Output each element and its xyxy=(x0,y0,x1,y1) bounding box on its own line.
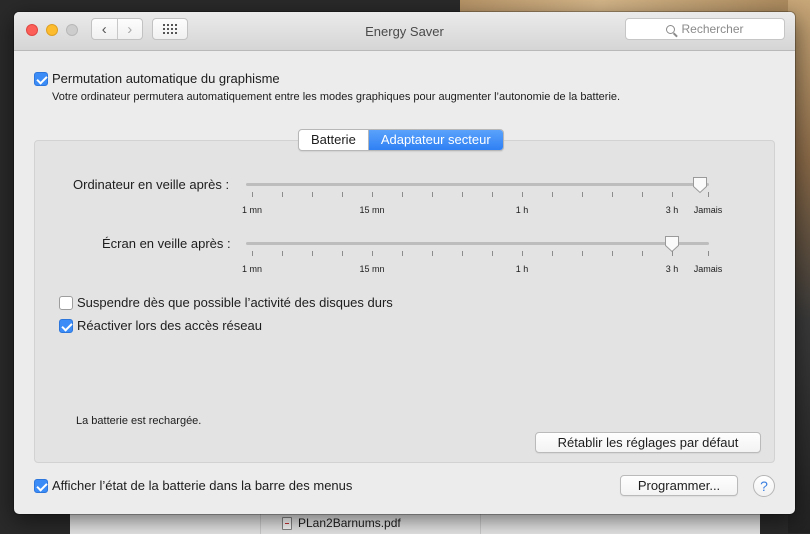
energy-saver-window: ‹ › Energy Saver Rechercher Permutation … xyxy=(14,12,795,514)
wake-network-checkbox[interactable] xyxy=(59,319,73,333)
computer-sleep-scale-label: 1 h xyxy=(515,205,529,215)
graphics-switching-description: Votre ordinateur permutera automatiqueme… xyxy=(52,91,621,103)
finder-column-divider xyxy=(260,513,261,534)
power-source-tabs: Batterie Adaptateur secteur xyxy=(298,129,504,151)
schedule-button[interactable]: Programmer... xyxy=(620,475,738,496)
computer-sleep-scale-label: Jamais xyxy=(693,205,723,215)
search-placeholder: Rechercher xyxy=(681,22,744,36)
hard-disk-sleep-checkbox[interactable] xyxy=(59,296,73,310)
slider-tick-mark xyxy=(342,251,343,256)
display-sleep-scale-label: 1 mn xyxy=(241,264,263,274)
graphics-switching-label[interactable]: Permutation automatique du graphisme xyxy=(52,71,280,86)
slider-tick-mark xyxy=(708,192,709,197)
slider-tick-mark xyxy=(432,192,433,197)
slider-tick-mark xyxy=(402,251,403,256)
computer-sleep-scale-label: 15 mn xyxy=(359,205,385,215)
slider-tick-mark xyxy=(552,192,553,197)
wake-network-label[interactable]: Réactiver lors des accès réseau xyxy=(77,318,262,333)
finder-window-behind: PLan2Barnums.pdf xyxy=(70,512,760,534)
slider-tick-mark xyxy=(372,251,373,256)
slider-tick-mark xyxy=(612,192,613,197)
hard-disk-sleep-label[interactable]: Suspendre dès que possible l’activité de… xyxy=(77,295,393,310)
slider-tick-mark xyxy=(642,251,643,256)
slider-tick-mark xyxy=(282,251,283,256)
slider-tick-mark xyxy=(612,251,613,256)
computer-sleep-slider-knob[interactable] xyxy=(692,176,708,194)
slider-tick-mark xyxy=(432,251,433,256)
search-field[interactable]: Rechercher xyxy=(625,18,785,40)
slider-tick-mark xyxy=(342,192,343,197)
computer-sleep-slider-track[interactable] xyxy=(246,183,709,186)
computer-sleep-scale-label: 3 h xyxy=(665,205,679,215)
slider-tick-mark xyxy=(252,192,253,197)
slider-tick-mark xyxy=(492,251,493,256)
slider-tick-mark xyxy=(372,192,373,197)
title-bar: ‹ › Energy Saver Rechercher xyxy=(14,12,795,51)
computer-sleep-label: Ordinateur en veille après : xyxy=(73,177,230,192)
graphics-switching-checkbox[interactable] xyxy=(34,72,48,86)
finder-file-item[interactable]: PLan2Barnums.pdf xyxy=(282,516,401,530)
finder-column-divider xyxy=(480,513,481,534)
display-sleep-scale-label: 3 h xyxy=(665,264,679,274)
slider-tick-mark xyxy=(642,192,643,197)
slider-tick-mark xyxy=(282,192,283,197)
slider-tick-mark xyxy=(522,192,523,197)
tab-battery[interactable]: Batterie xyxy=(299,130,369,150)
restore-defaults-button[interactable]: Rétablir les réglages par défaut xyxy=(535,432,761,453)
slider-tick-mark xyxy=(672,251,673,256)
help-button[interactable]: ? xyxy=(753,475,775,497)
battery-status-text: La batterie est rechargée. xyxy=(76,415,202,427)
help-icon: ? xyxy=(760,478,768,494)
display-sleep-scale-label: 15 mn xyxy=(359,264,385,274)
computer-sleep-scale-label: 1 mn xyxy=(241,205,263,215)
slider-tick-mark xyxy=(708,251,709,256)
search-icon xyxy=(666,24,676,34)
slider-tick-mark xyxy=(252,251,253,256)
pdf-file-icon xyxy=(282,516,292,530)
tab-power-adapter[interactable]: Adaptateur secteur xyxy=(368,130,503,150)
slider-tick-mark xyxy=(492,192,493,197)
slider-tick-mark xyxy=(462,251,463,256)
display-sleep-scale-label: 1 h xyxy=(515,264,529,274)
slider-tick-mark xyxy=(462,192,463,197)
slider-tick-mark xyxy=(672,192,673,197)
menu-bar-battery-checkbox[interactable] xyxy=(34,479,48,493)
slider-tick-mark xyxy=(312,251,313,256)
display-sleep-label: Écran en veille après : xyxy=(102,236,231,251)
slider-tick-mark xyxy=(312,192,313,197)
finder-file-name: PLan2Barnums.pdf xyxy=(298,516,401,530)
display-sleep-slider-track[interactable] xyxy=(246,242,709,245)
slider-tick-mark xyxy=(582,251,583,256)
display-sleep-scale-label: Jamais xyxy=(693,264,723,274)
menu-bar-battery-label[interactable]: Afficher l’état de la batterie dans la b… xyxy=(52,478,352,493)
slider-tick-mark xyxy=(402,192,403,197)
slider-tick-mark xyxy=(552,251,553,256)
slider-tick-mark xyxy=(582,192,583,197)
slider-tick-mark xyxy=(522,251,523,256)
